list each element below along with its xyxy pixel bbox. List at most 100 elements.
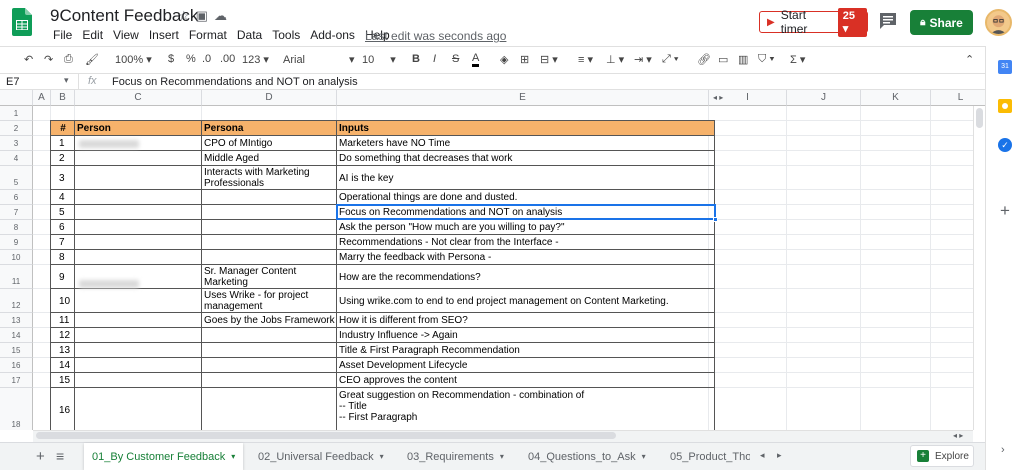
table-cell-person[interactable] [75,235,202,250]
table-cell-person[interactable] [75,190,202,205]
table-cell-input[interactable]: Industry Influence -> Again [337,328,715,343]
table-cell-persona[interactable]: Sr. Manager Content Marketing [202,265,337,289]
star-icon[interactable]: ☆ [178,8,190,24]
insert-chart-icon[interactable]: ▥ [738,53,748,66]
table-cell-input[interactable]: CEO approves the content [337,373,715,388]
calendar-icon[interactable]: 31 [998,60,1012,74]
borders-icon[interactable]: ⊞ [520,53,529,66]
redo-icon[interactable]: ↷ [44,53,53,66]
row-header[interactable]: 3 [0,136,33,151]
get-addons-icon[interactable]: + [1000,201,1010,221]
tab-product-thoughts[interactable]: 05_Product_Tho [662,443,750,470]
table-cell-num[interactable]: 7 [51,235,75,250]
table-cell-input[interactable]: Marketers have NO Time [337,136,715,151]
keep-icon[interactable] [998,99,1012,113]
table-cell-num[interactable]: 12 [51,328,75,343]
col-header-e[interactable]: E [337,90,709,106]
horizontal-align-icon[interactable]: ≡ ▾ [578,53,593,66]
table-cell-num[interactable]: 16 [51,388,75,430]
table-cell-persona[interactable]: Goes by the Jobs Framework [202,313,337,328]
tab-requirements[interactable]: 03_Requirements ▾ [399,443,512,470]
table-cell-num[interactable]: 10 [51,289,75,313]
avatar[interactable] [985,9,1012,36]
horizontal-scroll-thumb[interactable] [36,432,616,439]
table-cell-persona[interactable]: CPO of MIntigo [202,136,337,151]
table-cell-input[interactable]: Using wrike.com to end to end project ma… [337,289,715,313]
table-cell-input[interactable]: How it is different from SEO? [337,313,715,328]
col-header-j[interactable]: J [787,90,861,106]
table-cell-persona[interactable] [202,358,337,373]
italic-icon[interactable]: I [433,53,436,65]
print-icon[interactable]: ⎙ [64,53,73,66]
row-header[interactable]: 7 [0,205,33,220]
last-edit-link[interactable]: Last edit was seconds ago [365,29,506,43]
row-header[interactable]: 1 [0,106,33,121]
scroll-arrows[interactable]: ◂ ▸ [953,431,963,440]
menu-data[interactable]: Data [232,28,267,42]
add-sheet-icon[interactable]: + [36,448,45,465]
table-cell-person[interactable] [75,220,202,235]
explore-button[interactable]: + Explore [910,445,974,467]
table-cell-num[interactable]: 15 [51,373,75,388]
table-cell-input[interactable]: Recommendations - Not clear from the Int… [337,235,715,250]
table-cell-person[interactable] [75,373,202,388]
text-color-icon[interactable]: A [472,53,480,67]
vertical-scrollbar[interactable] [973,106,985,430]
decrease-decimal-button[interactable]: .0 [202,53,211,65]
scroll-tabs-right-icon[interactable]: ▸ [777,450,782,461]
start-timer-button[interactable]: ▶ Start timer 25 ▾ [759,7,868,37]
table-cell-num[interactable]: 13 [51,343,75,358]
tasks-icon[interactable]: ✓ [998,138,1012,152]
vertical-align-icon[interactable]: ⊥ ▾ [606,53,624,66]
share-button[interactable]: 🔒︎ Share [910,10,973,35]
table-cell-num[interactable]: 5 [51,205,75,220]
name-box-dropdown-icon[interactable]: ▾ [64,75,69,86]
currency-format-button[interactable]: $ [168,53,174,65]
menu-addons[interactable]: Add-ons [305,28,360,42]
comments-icon[interactable] [878,12,898,30]
table-cell-persona[interactable]: Middle Aged [202,151,337,166]
table-header-person[interactable]: Person [75,121,202,136]
table-cell-persona[interactable] [202,250,337,265]
menu-file[interactable]: File [48,28,77,42]
tab-questions-to-ask[interactable]: 04_Questions_to_Ask ▾ [520,443,654,470]
table-cell-person[interactable] [75,250,202,265]
fill-color-icon[interactable]: ◈ [500,53,508,66]
row-header[interactable]: 10 [0,250,33,265]
table-cell-persona[interactable] [202,220,337,235]
row-header[interactable]: 5 [0,166,33,190]
name-box[interactable]: E7 [6,76,19,88]
table-cell-num[interactable]: 2 [51,151,75,166]
row-header[interactable]: 14 [0,328,33,343]
bold-icon[interactable]: B [412,53,420,65]
col-header-k[interactable]: K [861,90,931,106]
menu-view[interactable]: View [108,28,144,42]
font-select[interactable]: Arial ▾ [283,53,355,66]
merge-cells-icon[interactable]: ⊟ ▾ [540,53,558,66]
functions-icon[interactable]: Σ ▾ [790,53,805,66]
table-cell-person[interactable] [75,166,202,190]
table-cell-person[interactable] [75,388,202,430]
table-cell-input[interactable]: Marry the feedback with Persona - [337,250,715,265]
table-cell-num[interactable]: 3 [51,166,75,190]
table-cell-persona[interactable] [202,373,337,388]
document-title[interactable]: 9Content Feedback [50,6,198,26]
table-cell-persona[interactable]: Uses Wrike - for project management [202,289,337,313]
col-header-c[interactable]: C [75,90,202,106]
fill-handle[interactable] [713,217,718,222]
select-all-corner[interactable] [0,90,33,106]
table-cell-persona[interactable] [202,205,337,220]
more-formats-button[interactable]: 123 ▾ [242,53,269,66]
row-header[interactable]: 6 [0,190,33,205]
table-cell-input[interactable]: Ask the person "How much are you willing… [337,220,715,235]
table-cell-input[interactable]: Operational things are done and dusted. [337,190,715,205]
text-wrap-icon[interactable]: ⇥ ▾ [634,53,652,66]
menu-insert[interactable]: Insert [144,28,184,42]
table-cell-num[interactable]: 4 [51,190,75,205]
menu-tools[interactable]: Tools [267,28,305,42]
cloud-status-icon[interactable]: ☁ [214,8,227,24]
hidden-columns-arrows[interactable]: ◂ ▸ [713,90,723,106]
row-header[interactable]: 13 [0,313,33,328]
paint-format-icon[interactable]: 🖌︎ [85,53,99,66]
sheets-logo-icon[interactable] [12,8,32,36]
